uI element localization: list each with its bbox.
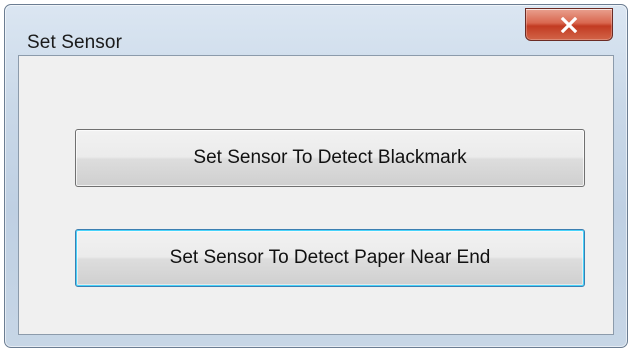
close-button[interactable] [525,8,613,41]
title-bar[interactable]: Set Sensor [5,5,627,55]
detect-blackmark-button[interactable]: Set Sensor To Detect Blackmark [75,129,585,187]
client-area: Set Sensor To Detect Blackmark Set Senso… [18,55,614,335]
detect-paper-near-end-button[interactable]: Set Sensor To Detect Paper Near End [75,229,585,287]
dialog-window: Set Sensor Set Sensor To Detect Blackmar… [4,4,628,348]
close-icon [560,16,578,33]
window-title: Set Sensor [27,32,122,53]
